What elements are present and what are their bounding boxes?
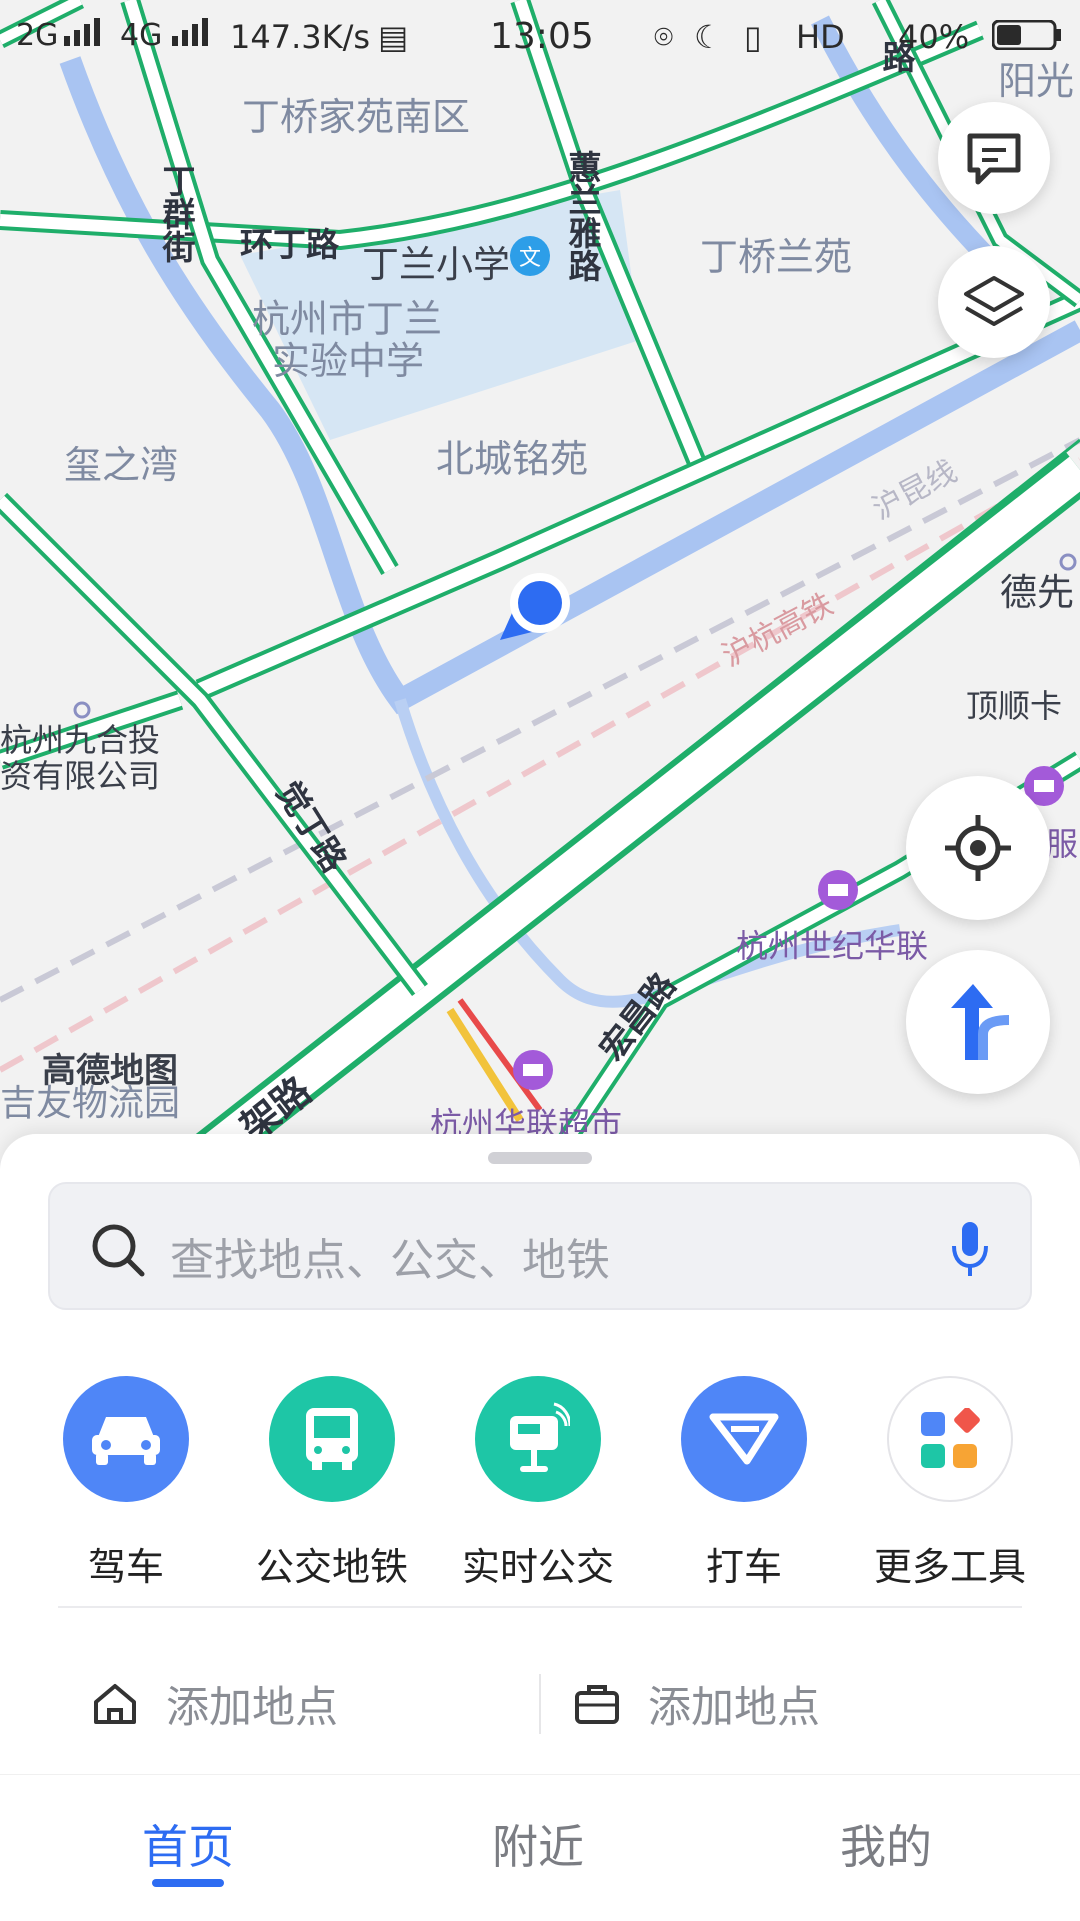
divider	[58, 1606, 1022, 1608]
map-label-dingqiao-lanyuan: 丁桥兰苑	[700, 235, 853, 279]
nav-nearby-tab[interactable]: 附近	[492, 1811, 584, 1877]
search-input[interactable]: 查找地点、公交、地铁	[170, 1224, 610, 1288]
signal-bars-icon	[62, 18, 104, 56]
map-label-school-line1: 杭州市丁兰	[252, 297, 443, 341]
map-label-dexian: 德先	[1000, 571, 1074, 614]
nav-active-indicator	[152, 1879, 224, 1887]
home-icon	[94, 1684, 136, 1724]
moon-icon: ☾	[694, 18, 723, 56]
briefcase-icon	[575, 1685, 619, 1724]
locate-icon	[945, 815, 1011, 881]
map-label-school-line2: 实验中学	[272, 339, 425, 383]
message-button[interactable]	[938, 102, 1050, 214]
message-icon	[967, 133, 1021, 185]
status-hd: HD	[796, 18, 845, 56]
map-label-dingshun: 顶顺卡	[966, 687, 1063, 725]
tool-drive-label: 驾车	[87, 1545, 164, 1589]
map-label-jiuhe-line1: 杭州九合投	[0, 721, 161, 759]
status-bar: 2G 4G 147.3K/s ▤ 13:05 ⌾ ☾ ▯ HD 40%	[0, 0, 1080, 76]
microphone-icon[interactable]	[950, 1220, 990, 1278]
map-label-century-hualian: 杭州世纪华联	[736, 927, 929, 965]
map-label-dingqun-street: 丁群街	[157, 164, 196, 263]
grid-icon	[887, 1376, 1013, 1502]
tool-more-label: 更多工具	[873, 1545, 1026, 1589]
tool-drive[interactable]: 驾车	[26, 1376, 226, 1591]
tool-realtime-bus[interactable]: 实时公交	[438, 1376, 638, 1591]
data-icon: ▤	[378, 18, 409, 56]
layers-icon	[964, 276, 1024, 326]
map-label-service: 服	[1046, 825, 1079, 863]
work-place-label: 添加地点	[648, 1683, 820, 1733]
sheet-drag-handle[interactable]	[488, 1152, 592, 1164]
tool-realtime-bus-label: 实时公交	[461, 1545, 614, 1589]
current-location-marker	[500, 573, 570, 640]
work-place-button[interactable]: 添加地点	[574, 1664, 820, 1744]
status-time: 13:05	[490, 16, 594, 57]
home-place-label: 添加地点	[166, 1683, 338, 1733]
tool-more[interactable]: 更多工具	[850, 1376, 1050, 1591]
bottom-sheet: 查找地点、公交、地铁 驾车 公交地铁 实时公交 打车 更多工具 添加地点 添加地…	[0, 1134, 1080, 1774]
vibrate-icon: ▯	[744, 18, 762, 56]
search-icon	[92, 1224, 145, 1277]
tool-bus-metro-label: 公交地铁	[255, 1545, 408, 1589]
bus-stop-icon	[475, 1376, 601, 1502]
car-icon	[63, 1376, 189, 1502]
map-label-jiyou: 吉友物流园	[0, 1083, 181, 1124]
locate-button[interactable]	[906, 776, 1050, 920]
nav-mine-tab[interactable]: 我的	[840, 1811, 932, 1877]
bottom-nav: 首页 附近 我的	[0, 1774, 1080, 1921]
nav-home-tab[interactable]: 首页	[142, 1811, 234, 1877]
shop-pin-icon[interactable]	[818, 870, 858, 910]
search-bar[interactable]: 查找地点、公交、地铁	[48, 1182, 1032, 1310]
status-battery: 40%	[898, 18, 970, 56]
svg-text:文: 文	[519, 246, 541, 271]
map-label-huilan-road: 蕙兰雅路	[563, 150, 602, 282]
route-icon	[951, 984, 1010, 1060]
bus-icon	[269, 1376, 395, 1502]
school-pin-icon[interactable]: 文	[510, 236, 550, 276]
tool-taxi-label: 打车	[705, 1545, 782, 1589]
map-label-huanding-road: 环丁路	[240, 225, 339, 264]
market-pin-icon[interactable]	[513, 1050, 553, 1090]
map-label-jiuhe-line2: 资有限公司	[0, 757, 161, 795]
map-label-dingqiao-south: 丁桥家苑南区	[242, 95, 471, 139]
map-label-xizhiwan: 玺之湾	[64, 443, 179, 487]
taxi-icon	[681, 1376, 807, 1502]
place-divider	[539, 1674, 541, 1734]
status-net-speed: 147.3K/s	[230, 18, 371, 56]
layers-button[interactable]	[938, 246, 1050, 358]
location-icon: ⌾	[654, 18, 674, 56]
battery-icon	[991, 19, 1062, 58]
route-button[interactable]	[906, 950, 1050, 1094]
map-label-dinglan-primary: 丁兰小学	[362, 243, 510, 286]
status-signal-4g: 4G	[120, 18, 163, 53]
tool-taxi[interactable]: 打车	[644, 1376, 844, 1591]
signal-bars-icon-2	[170, 18, 212, 56]
home-place-button[interactable]: 添加地点	[92, 1664, 338, 1744]
poi-dot	[73, 701, 91, 719]
tool-bus-metro[interactable]: 公交地铁	[232, 1376, 432, 1591]
poi-dot-right	[1059, 553, 1077, 571]
status-signal-2g: 2G	[16, 18, 59, 53]
map-label-beicheng: 北城铭苑	[436, 437, 589, 481]
